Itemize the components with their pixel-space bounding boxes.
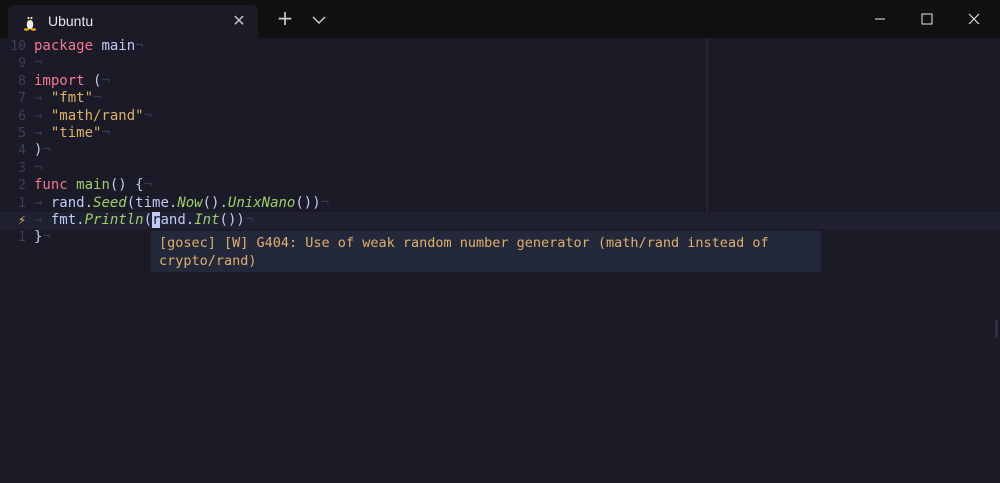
close-icon [968,13,980,25]
code-line[interactable]: 10 package main¬ [0,38,1000,55]
code-line[interactable]: 4 )¬ [0,142,1000,159]
line-number: 4 [18,143,26,159]
code-text: → fmt.Println(rand.Int())¬ [34,211,254,229]
diagnostic-message-line2: crypto/rand) [159,253,257,269]
code-token: . [185,211,195,228]
code-token: func [34,177,68,194]
title-bar: Ubuntu ✕ + [0,0,1000,38]
code-token: and [160,211,186,228]
line-number: 7 [18,91,26,107]
code-token: ( [126,194,136,211]
code-token: "math/rand" [50,107,144,124]
diagnostic-tooltip: [gosec] [W] G404: Use of weak random num… [151,231,821,272]
code-token: time [135,194,169,211]
indent-marker: → [34,90,51,107]
code-token: (). [202,194,228,211]
code-token: rand [50,194,85,211]
code-line[interactable]: ⚡ → fmt.Println(rand.Int())¬ [0,211,1000,230]
scrollbar-thumb[interactable] [995,320,998,338]
code-text: → "fmt"¬ [34,90,101,107]
code-text: ¬ [34,55,42,72]
tab-title: Ubuntu [48,13,94,29]
code-token: UnixNano [227,194,296,211]
code-text: }¬ [34,229,51,246]
code-text: → "time"¬ [34,125,110,142]
eol-marker: ¬ [320,194,330,211]
code-token: ()) [219,211,245,228]
minimize-icon [875,18,885,20]
diagnostic-message-line1: [gosec] [W] G404: Use of weak random num… [159,235,769,251]
line-number: 10 [10,39,26,54]
maximize-button[interactable] [904,0,950,38]
code-token: Now [177,194,203,211]
code-line[interactable]: 9 ¬ [0,55,1000,72]
code-token: "time" [50,124,102,141]
line-number: 1 [18,230,26,246]
code-token: main [101,38,136,54]
code-token: "fmt" [50,90,94,107]
code-token: Println [84,211,144,228]
chevron-down-icon[interactable] [312,13,326,27]
eol-marker: ¬ [143,107,153,124]
code-token: Seed [93,194,127,211]
indent-marker: → [34,124,51,141]
code-token: . [76,211,85,228]
minimize-button[interactable] [857,0,903,38]
tab-ubuntu[interactable]: Ubuntu ✕ [8,5,258,38]
code-token: package [34,38,94,54]
eol-marker: ¬ [101,72,110,89]
eol-marker: ¬ [42,229,51,246]
line-number: 5 [18,125,26,141]
code-token: () { [109,177,144,194]
eol-marker: ¬ [135,38,144,54]
line-number: 2 [18,178,26,194]
code-token: import [34,72,85,89]
code-token: ( [84,72,102,89]
eol-marker: ¬ [143,177,153,194]
warning-bolt-icon: ⚡ [18,212,26,228]
code-text: import (¬ [34,73,110,90]
indent-marker: → [34,211,51,228]
code-token: ( [143,211,153,228]
code-line[interactable]: 7 → "fmt"¬ [0,90,1000,107]
code-line[interactable]: 3 ¬ [0,160,1000,177]
code-line[interactable]: 5 → "time"¬ [0,125,1000,142]
code-line[interactable]: 2 func main() {¬ [0,177,1000,194]
eol-marker: ¬ [42,142,51,159]
indent-marker: → [34,107,51,124]
maximize-icon [921,13,933,25]
code-text: → "math/rand"¬ [34,108,152,125]
line-number: 1 [18,195,26,211]
line-number: 9 [18,56,26,72]
code-line[interactable]: 1 → rand.Seed(time.Now().UnixNano())¬ [0,195,1000,212]
eol-marker: ¬ [34,55,43,72]
code-line[interactable]: 6 → "math/rand"¬ [0,108,1000,125]
eol-marker: ¬ [93,90,102,107]
code-token: main [76,177,110,194]
code-text: → rand.Seed(time.Now().UnixNano())¬ [34,195,329,212]
code-line[interactable]: 8 import (¬ [0,73,1000,90]
eol-marker: ¬ [244,211,254,228]
indent-marker: → [34,194,51,211]
new-tab-icon[interactable]: + [275,6,295,30]
eol-marker: ¬ [101,124,110,141]
code-text: package main¬ [34,38,144,55]
line-number: 6 [18,108,26,124]
code-text: )¬ [34,142,51,159]
linux-tux-icon [23,16,37,31]
line-number: 8 [18,73,26,89]
code-token: . [84,194,94,211]
code-text: func main() {¬ [34,177,152,194]
close-window-button[interactable] [951,0,997,38]
code-editor[interactable]: 10 package main¬ 9 ¬ 8 import (¬ 7 → "fmt"¬ 6 → "… [0,38,1000,247]
code-token: ()) [295,194,321,211]
code-token: Int [194,211,220,228]
eol-marker: ¬ [34,159,43,176]
line-number: 3 [18,160,26,176]
close-tab-icon[interactable]: ✕ [230,12,248,30]
code-text: ¬ [34,160,42,177]
code-token: fmt [50,211,77,228]
